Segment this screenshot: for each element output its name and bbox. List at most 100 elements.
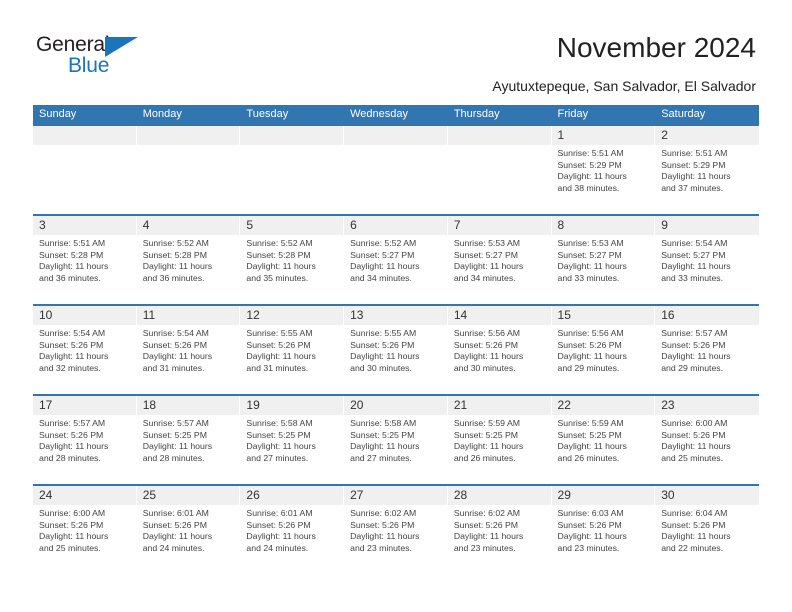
day-info-line: Daylight: 11 hours — [142, 441, 213, 452]
date-number-20[interactable]: 20 — [344, 396, 448, 415]
day-cell-18[interactable]: Sunrise: 5:57 AM Sunset: 5:25 PM Daylight:… — [137, 415, 241, 484]
day-info-line: Sunrise: 5:59 AM — [557, 418, 624, 428]
day-cell-23[interactable]: Sunrise: 6:00 AM Sunset: 5:26 PM Daylight:… — [655, 415, 759, 484]
day-cell-6[interactable]: Sunrise: 5:52 AM Sunset: 5:27 PM Daylight:… — [344, 235, 448, 304]
day-cell-3[interactable]: Sunrise: 5:51 AM Sunset: 5:28 PM Daylight:… — [33, 235, 137, 304]
day-cell-15[interactable]: Sunrise: 5:56 AM Sunset: 5:26 PM Daylight:… — [552, 325, 656, 394]
date-number-12[interactable]: 12 — [240, 306, 345, 325]
date-number-17[interactable]: 17 — [33, 396, 137, 415]
day-cell-2[interactable]: Sunrise: 5:51 AM Sunset: 5:29 PM Daylight:… — [655, 145, 759, 214]
day-cell-30[interactable]: Sunrise: 6:04 AM Sunset: 5:26 PM Daylight:… — [655, 505, 759, 574]
date-number-2[interactable]: 2 — [655, 126, 759, 145]
week-date-band: 10 11 12 13 14 15 16 — [33, 306, 759, 325]
day-cell-12[interactable]: Sunrise: 5:55 AM Sunset: 5:26 PM Daylight:… — [240, 325, 344, 394]
date-number-24[interactable]: 24 — [33, 486, 137, 505]
date-number-13[interactable]: 13 — [344, 306, 448, 325]
day-cell-22[interactable]: Sunrise: 5:59 AM Sunset: 5:25 PM Daylight:… — [552, 415, 656, 484]
day-info-line: Sunset: 5:28 PM — [142, 249, 207, 260]
date-number-18[interactable]: 18 — [137, 396, 241, 415]
date-number-26[interactable]: 26 — [240, 486, 345, 505]
day-cell-26[interactable]: Sunrise: 6:01 AM Sunset: 5:26 PM Daylight:… — [240, 505, 344, 574]
day-info-line: Sunrise: 5:55 AM — [246, 328, 313, 338]
general-blue-logo[interactable]: General Blue — [36, 33, 166, 81]
day-info-line: Sunrise: 6:03 AM — [557, 508, 624, 518]
date-number-10[interactable]: 10 — [33, 306, 137, 325]
day-info-line: Sunrise: 6:02 AM — [350, 508, 417, 518]
empty-day-cell — [448, 145, 552, 214]
day-cell-8[interactable]: Sunrise: 5:53 AM Sunset: 5:27 PM Daylight:… — [552, 235, 656, 304]
day-cell-27[interactable]: Sunrise: 6:02 AM Sunset: 5:26 PM Daylight:… — [344, 505, 448, 574]
day-info-line: Sunset: 5:27 PM — [661, 249, 726, 260]
day-cell-14[interactable]: Sunrise: 5:56 AM Sunset: 5:26 PM Daylight:… — [448, 325, 552, 394]
date-number-7[interactable]: 7 — [448, 216, 552, 235]
date-number-19[interactable]: 19 — [240, 396, 345, 415]
date-number-5[interactable]: 5 — [240, 216, 345, 235]
day-info-line: Sunrise: 5:57 AM — [142, 418, 209, 428]
week-date-band: 24 25 26 27 28 29 30 — [33, 486, 759, 505]
date-number-21[interactable]: 21 — [448, 396, 552, 415]
calendar-week-row: 10 11 12 13 14 15 16 Sunrise: 5:54 AM Sunset: 5:… — [33, 304, 759, 394]
date-number-28[interactable]: 28 — [448, 486, 552, 505]
day-info-line: Sunrise: 5:54 AM — [39, 328, 106, 338]
date-number-11[interactable]: 11 — [137, 306, 241, 325]
day-cell-1[interactable]: Sunrise: 5:51 AM Sunset: 5:29 PM Daylight:… — [552, 145, 656, 214]
day-cell-24[interactable]: Sunrise: 6:00 AM Sunset: 5:26 PM Daylight:… — [33, 505, 137, 574]
empty-date-cell — [448, 126, 552, 145]
date-number-23[interactable]: 23 — [655, 396, 759, 415]
date-number-4[interactable]: 4 — [137, 216, 241, 235]
day-cell-17[interactable]: Sunrise: 5:57 AM Sunset: 5:26 PM Daylight:… — [33, 415, 137, 484]
day-cell-11[interactable]: Sunrise: 5:54 AM Sunset: 5:26 PM Daylight:… — [137, 325, 241, 394]
date-number-16[interactable]: 16 — [655, 306, 759, 325]
day-cell-10[interactable]: Sunrise: 5:54 AM Sunset: 5:26 PM Daylight:… — [33, 325, 137, 394]
day-info-line: and 25 minutes. — [661, 452, 724, 463]
date-number-22[interactable]: 22 — [552, 396, 656, 415]
day-cell-16[interactable]: Sunrise: 5:57 AM Sunset: 5:26 PM Daylight:… — [655, 325, 759, 394]
day-info-line: Daylight: 11 hours — [453, 531, 524, 542]
day-info-line: Sunrise: 5:53 AM — [557, 238, 624, 248]
day-info-line: and 23 minutes. — [350, 542, 412, 553]
day-cell-28[interactable]: Sunrise: 6:02 AM Sunset: 5:26 PM Daylight:… — [448, 505, 552, 574]
day-cell-25[interactable]: Sunrise: 6:01 AM Sunset: 5:26 PM Daylight:… — [137, 505, 241, 574]
day-info-line: Sunrise: 6:01 AM — [246, 508, 313, 518]
empty-date-cell — [240, 126, 345, 145]
day-cell-13[interactable]: Sunrise: 5:55 AM Sunset: 5:26 PM Daylight:… — [344, 325, 448, 394]
day-info-line: Daylight: 11 hours — [453, 261, 524, 272]
date-number-27[interactable]: 27 — [344, 486, 448, 505]
day-info-line: Sunrise: 5:55 AM — [350, 328, 417, 338]
date-number-1[interactable]: 1 — [552, 126, 656, 145]
day-cell-29[interactable]: Sunrise: 6:03 AM Sunset: 5:26 PM Daylight:… — [552, 505, 656, 574]
day-cell-19[interactable]: Sunrise: 5:58 AM Sunset: 5:25 PM Daylight:… — [240, 415, 344, 484]
date-number-15[interactable]: 15 — [552, 306, 656, 325]
date-number-30[interactable]: 30 — [655, 486, 759, 505]
day-cell-4[interactable]: Sunrise: 5:52 AM Sunset: 5:28 PM Daylight:… — [137, 235, 241, 304]
day-info-line: Sunrise: 5:54 AM — [661, 238, 728, 248]
date-number-9[interactable]: 9 — [655, 216, 759, 235]
day-info-line: and 38 minutes. — [557, 182, 620, 193]
date-number-25[interactable]: 25 — [137, 486, 241, 505]
date-number-29[interactable]: 29 — [552, 486, 656, 505]
day-info-line: Sunset: 5:26 PM — [557, 519, 622, 530]
day-info-line: Sunset: 5:25 PM — [557, 429, 622, 440]
date-number-3[interactable]: 3 — [33, 216, 137, 235]
day-cell-5[interactable]: Sunrise: 5:52 AM Sunset: 5:28 PM Daylight:… — [240, 235, 344, 304]
day-cell-21[interactable]: Sunrise: 5:59 AM Sunset: 5:25 PM Daylight:… — [448, 415, 552, 484]
day-info-line: Sunset: 5:27 PM — [557, 249, 622, 260]
day-info-line: Sunset: 5:25 PM — [246, 429, 311, 440]
day-cell-20[interactable]: Sunrise: 5:58 AM Sunset: 5:25 PM Daylight:… — [344, 415, 448, 484]
day-info-line: Sunrise: 5:56 AM — [453, 328, 520, 338]
day-info-line: Sunrise: 5:57 AM — [39, 418, 106, 428]
day-info-line: Sunset: 5:25 PM — [453, 429, 519, 440]
day-cell-7[interactable]: Sunrise: 5:53 AM Sunset: 5:27 PM Daylight:… — [448, 235, 552, 304]
day-info-line: Sunset: 5:29 PM — [661, 159, 726, 170]
date-number-6[interactable]: 6 — [344, 216, 448, 235]
date-number-8[interactable]: 8 — [552, 216, 656, 235]
day-of-week-header-tuesday: Tuesday — [246, 108, 289, 120]
day-info-line: and 26 minutes. — [453, 452, 516, 463]
calendar-page: General Blue November 2024 Ayutuxtepeque… — [0, 0, 792, 612]
logo-text-blue: Blue — [68, 54, 110, 77]
week-date-band: 12 — [33, 126, 759, 145]
day-info-line: Sunrise: 6:01 AM — [142, 508, 209, 518]
day-cell-9[interactable]: Sunrise: 5:54 AM Sunset: 5:27 PM Daylight:… — [655, 235, 759, 304]
day-info-line: Sunrise: 6:00 AM — [661, 418, 728, 428]
date-number-14[interactable]: 14 — [448, 306, 552, 325]
